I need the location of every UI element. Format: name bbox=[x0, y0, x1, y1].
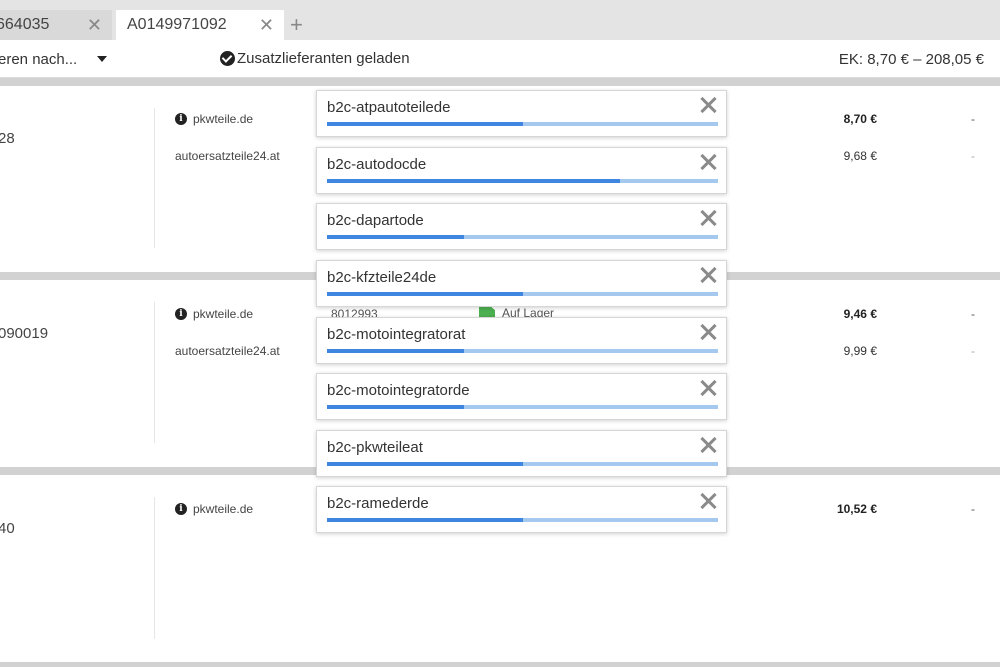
divider bbox=[0, 662, 1000, 667]
price: 8,70 € bbox=[843, 112, 877, 126]
supplier-loading-item: b2c-pkwteileat bbox=[316, 430, 727, 477]
tab-label: 664035 bbox=[0, 16, 50, 33]
row-number: 28 bbox=[0, 130, 15, 147]
progress-bar bbox=[327, 518, 718, 522]
progress-bar bbox=[327, 235, 718, 239]
new-tab-icon[interactable]: + bbox=[290, 12, 303, 38]
supplier-name: b2c-motointegratorat bbox=[327, 326, 466, 343]
close-tab-icon[interactable]: ✕ bbox=[87, 15, 102, 35]
close-tab-icon[interactable]: ✕ bbox=[259, 15, 274, 35]
supplier-loading-item: b2c-ramederde bbox=[316, 486, 727, 533]
dash: - bbox=[971, 149, 975, 163]
progress-fill bbox=[327, 349, 464, 353]
progress-fill bbox=[327, 292, 523, 296]
dash: - bbox=[971, 344, 975, 358]
toolbar: eren nach... Zusatzlieferanten geladen E… bbox=[0, 40, 1000, 78]
tab-bar: 664035 ✕ A0149971092 ✕ + bbox=[0, 0, 1000, 40]
progress-fill bbox=[327, 462, 523, 466]
shop-name: pkwteile.de bbox=[193, 502, 254, 516]
supplier-name: b2c-dapartode bbox=[327, 212, 424, 229]
price: 9,46 € bbox=[843, 307, 877, 321]
supplier-loading-item: b2c-autodocde bbox=[316, 147, 727, 194]
price-range: EK: 8,70 € – 208,05 € bbox=[838, 51, 984, 68]
shop-entry: autoersatzteile24.at bbox=[175, 344, 280, 358]
progress-bar bbox=[327, 292, 718, 296]
close-icon[interactable] bbox=[698, 322, 718, 342]
loaded-status: Zusatzlieferanten geladen bbox=[220, 50, 410, 67]
sort-dropdown[interactable]: eren nach... bbox=[0, 51, 77, 68]
price: 10,52 € bbox=[836, 502, 877, 516]
progress-fill bbox=[327, 122, 523, 126]
progress-bar bbox=[327, 349, 718, 353]
close-icon[interactable] bbox=[698, 491, 718, 511]
loaded-status-label: Zusatzlieferanten geladen bbox=[237, 50, 410, 67]
divider bbox=[0, 78, 1000, 86]
supplier-name: b2c-atpautoteilede bbox=[327, 99, 451, 116]
progress-fill bbox=[327, 518, 523, 522]
dash: - bbox=[971, 307, 975, 321]
supplier-name: b2c-autodocde bbox=[327, 156, 427, 173]
progress-bar bbox=[327, 405, 718, 409]
shop-entry: autoersatzteile24.at bbox=[175, 149, 280, 163]
column-divider bbox=[154, 108, 155, 248]
progress-bar bbox=[327, 179, 718, 183]
shop-entry: i pkwteile.de bbox=[175, 307, 253, 321]
close-icon[interactable] bbox=[698, 152, 718, 172]
supplier-loading-item: b2c-kfzteile24de bbox=[316, 260, 727, 307]
dash: - bbox=[971, 112, 975, 126]
column-divider bbox=[154, 497, 155, 639]
check-circle-icon bbox=[220, 51, 235, 66]
shop-name: pkwteile.de bbox=[193, 307, 254, 321]
row-number: 090019 bbox=[0, 325, 49, 342]
supplier-name: b2c-pkwteileat bbox=[327, 439, 423, 456]
supplier-loading-item: b2c-motointegratorat bbox=[316, 317, 727, 364]
tab-order-2[interactable]: A0149971092 ✕ bbox=[116, 10, 284, 40]
shop-name: autoersatzteile24.at bbox=[175, 344, 280, 358]
info-icon[interactable]: i bbox=[175, 503, 187, 515]
shop-entry: i pkwteile.de bbox=[175, 502, 253, 516]
info-icon[interactable]: i bbox=[175, 113, 187, 125]
dash: - bbox=[971, 502, 975, 516]
supplier-loading-item: b2c-dapartode bbox=[316, 203, 727, 250]
progress-bar bbox=[327, 462, 718, 466]
supplier-loading-item: b2c-atpautoteilede bbox=[316, 90, 727, 137]
close-icon[interactable] bbox=[698, 378, 718, 398]
tab-label: A0149971092 bbox=[127, 16, 227, 33]
price: 9,99 € bbox=[843, 344, 877, 358]
price: 9,68 € bbox=[843, 149, 877, 163]
shop-name: pkwteile.de bbox=[193, 112, 254, 126]
close-icon[interactable] bbox=[698, 95, 718, 115]
progress-bar bbox=[327, 122, 718, 126]
column-divider bbox=[154, 302, 155, 443]
progress-fill bbox=[327, 179, 621, 183]
info-icon[interactable]: i bbox=[175, 308, 187, 320]
caret-down-icon[interactable] bbox=[97, 56, 107, 62]
progress-fill bbox=[327, 405, 464, 409]
row-number: 40 bbox=[0, 520, 15, 537]
close-icon[interactable] bbox=[698, 208, 718, 228]
supplier-name: b2c-ramederde bbox=[327, 495, 429, 512]
supplier-name: b2c-motointegratorde bbox=[327, 382, 470, 399]
close-icon[interactable] bbox=[698, 265, 718, 285]
progress-fill bbox=[327, 235, 464, 239]
shop-entry: i pkwteile.de bbox=[175, 112, 253, 126]
tab-order-1[interactable]: 664035 ✕ bbox=[0, 10, 112, 40]
close-icon[interactable] bbox=[698, 435, 718, 455]
supplier-loading-item: b2c-motointegratorde bbox=[316, 373, 727, 420]
supplier-name: b2c-kfzteile24de bbox=[327, 269, 437, 286]
shop-name: autoersatzteile24.at bbox=[175, 149, 280, 163]
